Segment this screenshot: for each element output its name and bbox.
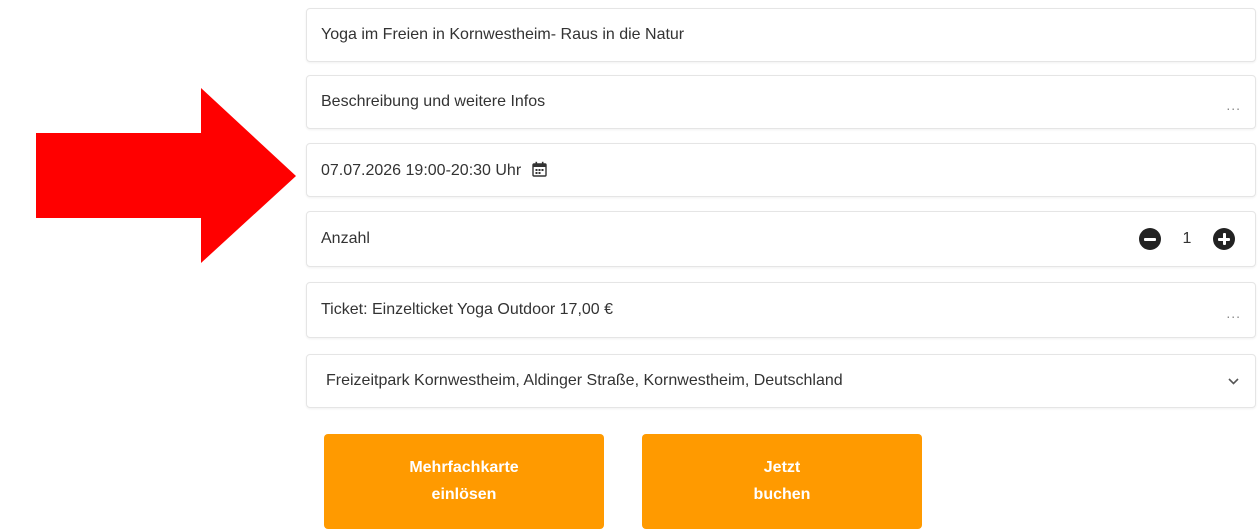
- ticket-more-icon[interactable]: ...: [1226, 305, 1241, 321]
- red-arrow-icon: [36, 88, 296, 263]
- quantity-label: Anzahl: [321, 230, 370, 247]
- event-title-card: Yoga im Freien in Kornwestheim- Raus in …: [306, 8, 1256, 62]
- redeem-button-line1: Mehrfachkarte: [409, 459, 519, 476]
- description-label: Beschreibung und weitere Infos: [321, 93, 546, 110]
- minus-circle-icon[interactable]: [1139, 228, 1161, 250]
- description-row[interactable]: Beschreibung und weitere Infos ...: [306, 75, 1256, 129]
- book-button-line2: buchen: [753, 486, 811, 503]
- redeem-button-line2: einlösen: [431, 486, 497, 503]
- quantity-row: Anzahl 1: [306, 211, 1256, 267]
- quantity-value: 1: [1182, 230, 1192, 247]
- description-more-icon[interactable]: ...: [1226, 97, 1241, 113]
- chevron-down-icon[interactable]: [1228, 377, 1239, 385]
- location-select[interactable]: Freizeitpark Kornwestheim, Aldinger Stra…: [306, 354, 1256, 408]
- redeem-multipass-button[interactable]: Mehrfachkarte einlösen: [324, 434, 604, 529]
- event-date-time: 07.07.2026 19:00-20:30 Uhr: [321, 161, 522, 179]
- quantity-stepper: 1: [1139, 228, 1235, 250]
- book-button-line1: Jetzt: [763, 459, 801, 476]
- book-now-button[interactable]: Jetzt buchen: [642, 434, 922, 529]
- date-row[interactable]: 07.07.2026 19:00-20:30 Uhr: [306, 143, 1256, 197]
- event-title: Yoga im Freien in Kornwestheim- Raus in …: [321, 26, 685, 43]
- calendar-icon[interactable]: [531, 161, 547, 177]
- location-value: Freizeitpark Kornwestheim, Aldinger Stra…: [326, 372, 843, 389]
- ticket-row[interactable]: Ticket: Einzelticket Yoga Outdoor 17,00 …: [306, 282, 1256, 338]
- plus-circle-icon[interactable]: [1213, 228, 1235, 250]
- ticket-label: Ticket: Einzelticket Yoga Outdoor 17,00 …: [321, 301, 614, 318]
